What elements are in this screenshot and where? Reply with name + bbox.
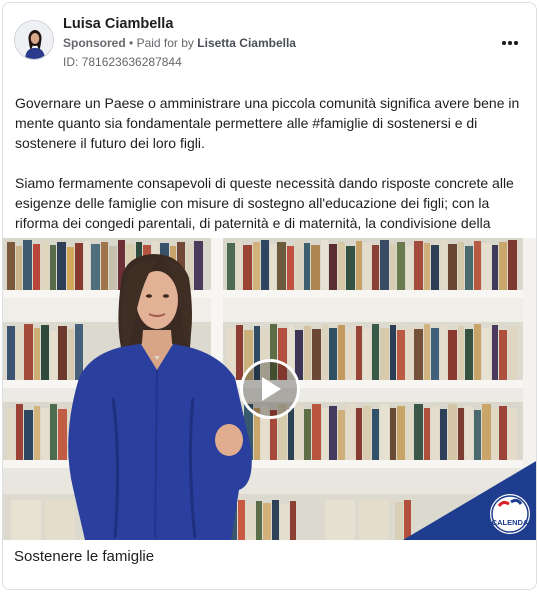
- play-triangle: [262, 377, 281, 401]
- sponsored-label: Sponsored: [63, 36, 126, 50]
- avatar[interactable]: [14, 20, 54, 60]
- paid-for-prefix: Paid for by: [136, 36, 194, 50]
- avatar-image: [15, 21, 53, 59]
- ad-body-text: Governare un Paese o amministrare una pi…: [15, 93, 527, 233]
- body-paragraph-2: Siamo fermamente consapevoli di queste n…: [15, 175, 514, 231]
- advertiser-name[interactable]: Luisa Ciambella: [63, 16, 173, 32]
- paid-for-name: Lisetta Ciambella: [197, 36, 296, 50]
- media-caption: Sostenere le famiglie: [14, 548, 155, 565]
- ad-header: Luisa Ciambella Sponsored • Paid for by …: [3, 3, 536, 83]
- ad-id: ID: 781623636287844: [63, 55, 182, 69]
- ad-card: Luisa Ciambella Sponsored • Paid for by …: [2, 2, 537, 590]
- play-icon[interactable]: [240, 359, 300, 419]
- video-thumbnail[interactable]: CALENDA: [3, 238, 536, 540]
- separator-dot: •: [129, 36, 134, 50]
- party-logo-text: CALENDA: [492, 518, 529, 527]
- sponsored-line: Sponsored • Paid for by Lisetta Ciambell…: [63, 36, 296, 50]
- body-paragraph-1: Governare un Paese o amministrare una pi…: [15, 95, 520, 151]
- more-options-icon[interactable]: [496, 33, 524, 53]
